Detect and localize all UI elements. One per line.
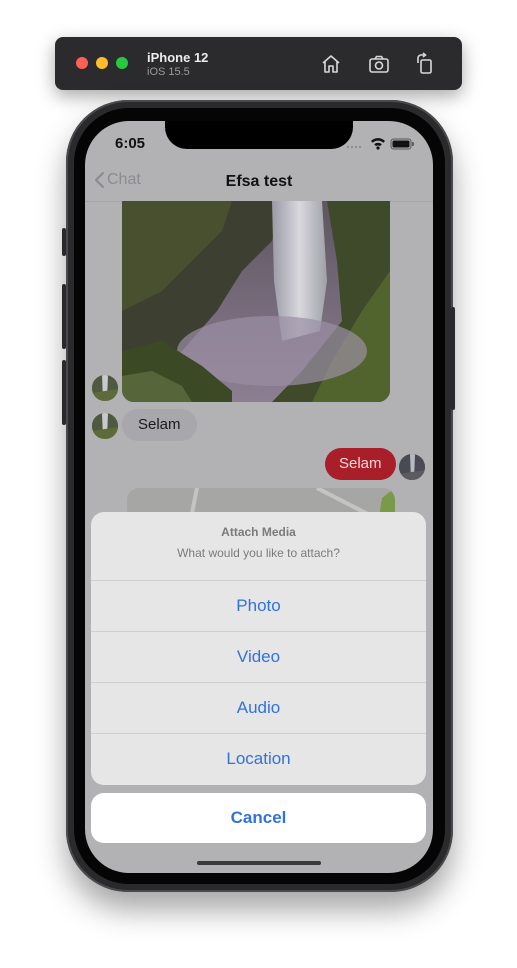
outgoing-message-bubble[interactable]: Selam <box>325 448 396 480</box>
status-icons <box>346 138 414 150</box>
waterfall-photo <box>122 201 390 402</box>
os-version: iOS 15.5 <box>147 66 190 78</box>
incoming-message-bubble[interactable]: Selam <box>122 409 197 441</box>
sender-avatar <box>92 413 118 439</box>
action-sheet-message: What would you like to attach? <box>177 546 340 560</box>
volume-up-button <box>62 284 66 349</box>
user-avatar <box>399 454 425 480</box>
cancel-button[interactable]: Cancel <box>91 793 426 843</box>
device-screen: 6:05 Chat Efsa test Selam Selam Attach M… <box>85 121 433 873</box>
notch <box>165 121 353 149</box>
page-title: Efsa test <box>225 173 293 190</box>
simulator-toolbar: iPhone 12 iOS 15.5 <box>55 37 462 90</box>
attach-media-action-sheet: Attach Media What would you like to atta… <box>91 512 426 785</box>
home-indicator[interactable] <box>197 861 321 865</box>
minimize-window-button[interactable] <box>96 57 108 69</box>
action-sheet-title: Attach Media <box>221 525 296 539</box>
photo-option[interactable]: Photo <box>91 581 426 632</box>
volume-down-button <box>62 360 66 425</box>
cellular-icon <box>346 145 362 149</box>
device-name: iPhone 12 <box>147 50 209 65</box>
battery-icon <box>390 138 414 150</box>
status-time: 6:05 <box>115 135 146 152</box>
navigation-bar: Chat Efsa test <box>85 167 433 202</box>
home-icon[interactable] <box>319 52 343 76</box>
power-button <box>451 307 455 410</box>
sender-avatar <box>92 375 118 401</box>
screenshot-icon[interactable] <box>367 52 391 76</box>
audio-option[interactable]: Audio <box>91 683 426 734</box>
zoom-window-button[interactable] <box>116 57 128 69</box>
location-option[interactable]: Location <box>91 734 426 784</box>
video-option[interactable]: Video <box>91 632 426 683</box>
image-message[interactable] <box>122 201 390 402</box>
mute-switch <box>62 228 66 256</box>
action-sheet-header: Attach Media What would you like to atta… <box>91 512 426 581</box>
rotate-icon[interactable] <box>413 52 437 76</box>
wifi-icon <box>371 138 385 150</box>
close-window-button[interactable] <box>76 57 88 69</box>
